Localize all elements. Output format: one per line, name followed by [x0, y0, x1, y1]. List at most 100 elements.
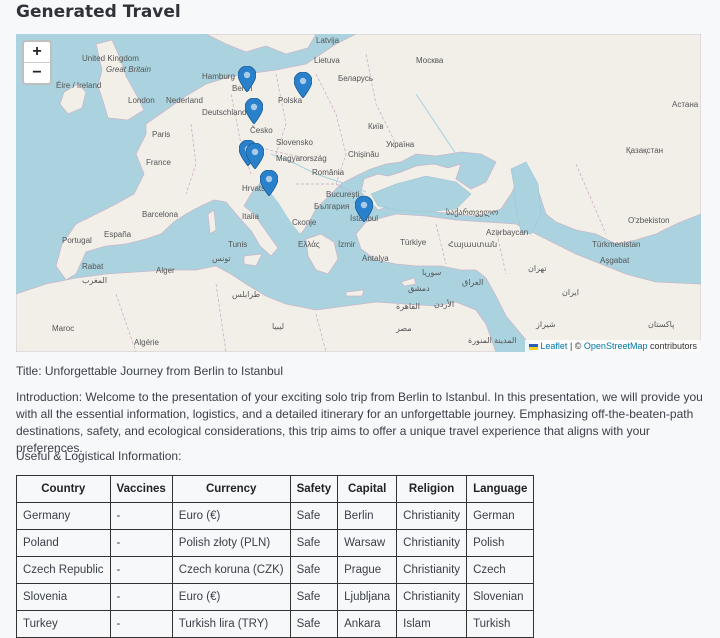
useful-heading: Useful & Logistical Information: [16, 449, 182, 463]
map-label: Київ [368, 122, 384, 131]
map-label: القاهرة [396, 302, 420, 311]
map-label: Aşgabat [600, 256, 630, 265]
cell-country: Czech Republic [16, 556, 111, 584]
header-religion: Religion [396, 475, 468, 503]
map-label: تهران [528, 264, 547, 273]
cell-safety: Safe [289, 610, 339, 638]
cell-country: Poland [16, 529, 111, 557]
map-label: ليبيا [272, 322, 285, 331]
map-label: France [146, 158, 171, 167]
cell-religion: Christianity [396, 556, 468, 584]
map-label: România [312, 168, 345, 177]
map-label: Türkmenistan [592, 240, 641, 249]
travel-map[interactable]: United Kingdom Great Britain Éire / Irel… [16, 34, 701, 352]
map-label: España [104, 230, 132, 239]
zoom-out-button[interactable]: − [24, 62, 50, 83]
map-marker-prague[interactable] [245, 98, 263, 124]
map-label: Rabat [82, 262, 104, 271]
cell-country: Germany [16, 502, 111, 530]
map-label: Italia [242, 212, 259, 221]
map-label: Slovensko [276, 138, 313, 147]
map-label: المغرب [82, 276, 108, 285]
leaflet-link[interactable]: Leaflet [540, 341, 567, 351]
header-country: Country [16, 475, 111, 503]
page-title: Generated Travel [16, 2, 181, 22]
map-label: Ελλάς [298, 240, 320, 249]
map-label: سوريا [422, 268, 442, 277]
map-label: Česko [250, 126, 273, 135]
map-label: Lietuva [314, 56, 340, 65]
map-label: الأردن [434, 300, 455, 309]
map-label: Chișinău [348, 150, 380, 159]
map-label: Barcelona [142, 210, 179, 219]
map-label: United Kingdom [82, 54, 139, 63]
map-label: Tunis [228, 240, 248, 249]
map-label: Azərbaycan [486, 228, 529, 237]
header-language: Language [466, 475, 535, 503]
zoom-in-button[interactable]: + [24, 42, 50, 62]
cell-safety: Safe [289, 529, 339, 557]
cell-language: German [466, 502, 535, 530]
map-label: London [128, 96, 155, 105]
header-vaccines: Vaccines [109, 475, 173, 503]
map-label: Астана [672, 100, 699, 109]
header-capital: Capital [337, 475, 398, 503]
map-label: Қазақстан [626, 146, 664, 155]
cell-language: Polish [466, 529, 535, 557]
map-label: پاکستان [648, 320, 675, 329]
cell-religion: Christianity [396, 529, 468, 557]
cell-vaccines: - [109, 502, 173, 530]
map-marker-zagreb[interactable] [246, 143, 264, 169]
table-row: Czech Republic - Czech koruna (CZK) Safe… [16, 556, 535, 584]
cell-safety: Safe [289, 502, 339, 530]
map-label: საქართველო [446, 208, 499, 217]
cell-capital: Prague [337, 556, 398, 584]
logistics-table: Country Vaccines Currency Safety Capital… [16, 475, 535, 638]
attribution-suffix: contributors [647, 341, 697, 351]
zoom-control: + − [22, 40, 52, 85]
map-label: Portugal [62, 236, 92, 245]
map-label: Հայաստան [448, 240, 498, 249]
ukraine-flag-icon [529, 343, 539, 350]
map-label: Hamburg [202, 72, 235, 81]
map-label: Nederland [166, 96, 203, 105]
map-label: تونس [212, 254, 231, 263]
table-row: Germany - Euro (€) Safe Berlin Christian… [16, 502, 535, 530]
table-row: Poland - Polish złoty (PLN) Safe Warsaw … [16, 529, 535, 557]
map-label: Paris [152, 130, 171, 139]
cell-currency: Euro (€) [171, 583, 291, 611]
map-label: Éire / Ireland [56, 81, 102, 90]
cell-vaccines: - [109, 610, 173, 638]
attribution-separator: | © [567, 341, 584, 351]
map-marker-split[interactable] [260, 170, 278, 196]
map-label: المدينة المنورة [468, 336, 517, 345]
map-label: България [314, 202, 350, 211]
openstreetmap-link[interactable]: OpenStreetMap [584, 341, 648, 351]
map-label: O'zbekiston [628, 216, 670, 225]
map-label: مصر [396, 324, 412, 333]
cell-currency: Turkish lira (TRY) [171, 610, 291, 638]
map-label: Maroc [52, 324, 75, 333]
map-label: Antalya [362, 254, 389, 263]
map-attribution: Leaflet | © OpenStreetMap contributors [525, 340, 701, 352]
map-marker-warsaw[interactable] [294, 72, 312, 98]
cell-vaccines: - [109, 529, 173, 557]
cell-country: Slovenia [16, 583, 111, 611]
cell-language: Czech [466, 556, 535, 584]
map-marker-berlin[interactable] [238, 66, 256, 92]
map-label: Deutschland [202, 108, 247, 117]
cell-religion: Islam [396, 610, 468, 638]
cell-safety: Safe [289, 556, 339, 584]
cell-capital: Ankara [337, 610, 398, 638]
cell-language: Turkish [466, 610, 535, 638]
table-header-row: Country Vaccines Currency Safety Capital… [16, 475, 535, 503]
table-row: Slovenia - Euro (€) Safe Ljubljana Chris… [16, 583, 535, 611]
trip-introduction: Introduction: Welcome to the presentatio… [16, 390, 703, 455]
map-label: Magyarország [276, 154, 327, 163]
cell-religion: Christianity [396, 502, 468, 530]
map-marker-istanbul[interactable] [355, 196, 373, 222]
map-label: Беларусь [338, 74, 373, 83]
map-label: Great Britain [106, 65, 151, 74]
map-label: Türkiye [400, 238, 427, 247]
map-label: Alger [156, 266, 175, 275]
